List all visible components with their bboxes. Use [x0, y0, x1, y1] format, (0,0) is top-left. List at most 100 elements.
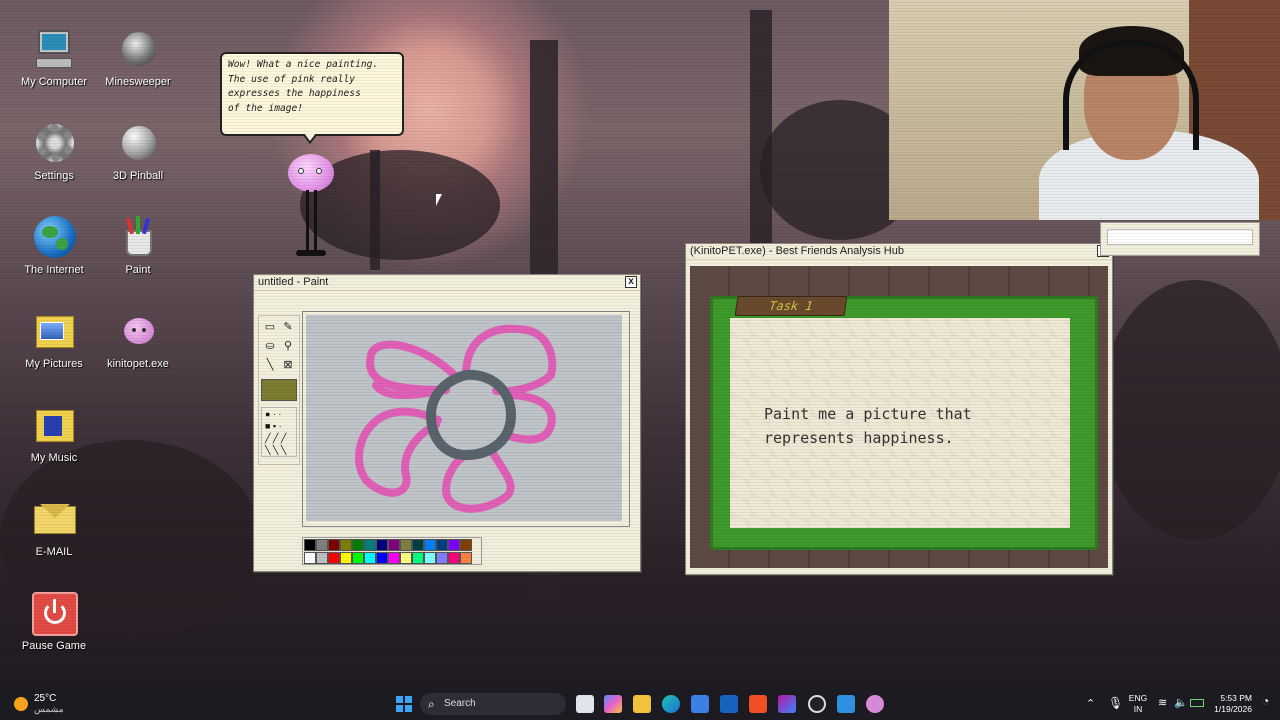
desktop-icon-label: 3D Pinball — [112, 170, 164, 182]
brave-icon[interactable] — [749, 695, 767, 713]
brush-size-panel[interactable]: ● · · ■ ▪ · ╱ ╱ ╱ ╲ ╲ ╲ — [261, 407, 297, 457]
palette-swatch[interactable] — [460, 539, 472, 551]
pinball-icon — [116, 122, 160, 166]
palette-swatch[interactable] — [340, 539, 352, 551]
start-button[interactable] — [396, 696, 412, 712]
file-explorer-icon[interactable] — [633, 695, 651, 713]
computer-icon — [32, 28, 76, 72]
office-icon[interactable] — [778, 695, 796, 713]
palette-swatch[interactable] — [388, 539, 400, 551]
palette-swatch[interactable] — [328, 552, 340, 564]
pet-foot — [296, 250, 326, 256]
palette-swatch[interactable] — [412, 539, 424, 551]
desktop-icon-minesweeper[interactable]: Minesweeper — [96, 28, 180, 88]
palette-swatch[interactable] — [304, 552, 316, 564]
search-box[interactable]: ⌕ Search — [420, 693, 566, 715]
weather-widget[interactable]: 25°C مشمس — [12, 693, 72, 715]
palette-swatch[interactable] — [352, 552, 364, 564]
desktop-icon-label: kinitopet.exe — [107, 358, 169, 370]
kinito-pet[interactable] — [284, 148, 338, 260]
palette-swatch[interactable] — [364, 539, 376, 551]
paint-bucket-icon — [116, 216, 160, 260]
desktop-icon-paint[interactable]: Paint — [96, 216, 180, 276]
wifi-icon[interactable]: ≋ — [1158, 696, 1167, 709]
desktop-icon-label: Pause Game — [21, 640, 87, 652]
search-label: Search — [444, 698, 476, 709]
clock[interactable]: 5:53 PM 1/19/2026 — [1208, 693, 1252, 715]
bubble-tail-inner — [304, 133, 316, 141]
speech-line: The use of pink really — [228, 73, 356, 85]
active-color-swatch — [261, 379, 297, 401]
language-indicator[interactable]: ENG IN — [1126, 693, 1150, 715]
picker-icon[interactable]: ⚲ — [279, 337, 297, 355]
palette-swatch[interactable] — [340, 552, 352, 564]
desktop-icon-the-internet[interactable]: The Internet — [12, 216, 96, 276]
palette-swatch[interactable] — [316, 539, 328, 551]
palette-swatch[interactable] — [364, 552, 376, 564]
desktop-icon-email[interactable]: E-MAIL — [12, 498, 96, 558]
palette-swatch[interactable] — [460, 552, 472, 564]
desktop-icon-kinitopet[interactable]: kinitopet.exe — [96, 310, 180, 370]
desktop-icon-label: Paint — [125, 264, 151, 276]
obs-icon[interactable] — [808, 695, 826, 713]
task-view-icon[interactable] — [576, 695, 594, 713]
paint-window[interactable]: untitled - Paint x ▭ ✎ ⛀ ⚲ ╲ ⊠ ● · · ■ ▪ · ╱ … — [253, 274, 641, 572]
desktop-icon-label: The Internet — [24, 264, 84, 276]
palette-swatch[interactable] — [304, 539, 316, 551]
palette-swatch[interactable] — [424, 539, 436, 551]
analysis-titlebar[interactable]: (KinitoPET.exe) - Best Friends Analysis … — [686, 244, 1112, 260]
paint-titlebar[interactable]: untitled - Paint x — [254, 275, 640, 291]
notifications-icon[interactable]: ◔ — [1262, 694, 1269, 708]
copilot-icon[interactable] — [604, 695, 622, 713]
tray-chevron-icon[interactable]: ⌃ — [1086, 697, 1095, 710]
desktop-icon-pause-game[interactable]: Pause Game — [12, 592, 96, 652]
desktop-icon-label: My Pictures — [25, 358, 83, 370]
palette-swatch[interactable] — [376, 539, 388, 551]
palette-swatch[interactable] — [328, 539, 340, 551]
paint-title: untitled - Paint — [258, 276, 329, 288]
paint-close-button[interactable]: x — [625, 276, 637, 288]
palette-swatch[interactable] — [436, 552, 448, 564]
desktop-icon-settings[interactable]: Settings — [12, 122, 96, 182]
desktop-icon-my-pictures[interactable]: My Pictures — [12, 310, 96, 370]
microphone-icon[interactable]: 🎙 — [1108, 696, 1123, 710]
search-icon: ⌕ — [428, 697, 435, 711]
pet-eye-left — [298, 168, 304, 174]
battery-icon[interactable] — [1190, 699, 1204, 707]
palette-swatch[interactable] — [400, 552, 412, 564]
palette-swatch[interactable] — [412, 552, 424, 564]
desktop-icon-my-computer[interactable]: My Computer — [12, 28, 96, 88]
palette-swatch[interactable] — [448, 539, 460, 551]
palette-swatch[interactable] — [400, 539, 412, 551]
mouse-cursor — [436, 194, 442, 206]
desktop-icon-my-music[interactable]: My Music — [12, 404, 96, 464]
folder-music-icon — [32, 404, 76, 448]
volume-icon[interactable]: 🔈 — [1174, 696, 1188, 709]
edge-icon[interactable] — [662, 695, 680, 713]
paint-taskbar-icon[interactable] — [837, 695, 855, 713]
kinitopet-taskbar-icon[interactable] — [866, 695, 884, 713]
palette-swatch[interactable] — [316, 552, 328, 564]
envelope-icon — [32, 498, 76, 542]
line-icon[interactable]: ╲ — [261, 356, 279, 374]
small-window-fragment — [1100, 222, 1260, 256]
desktop-icon-label: My Music — [30, 452, 78, 464]
palette-swatch[interactable] — [424, 552, 436, 564]
mail-icon[interactable] — [720, 695, 738, 713]
desktop-icon-3d-pinball[interactable]: 3D Pinball — [96, 122, 180, 182]
eraser-icon[interactable]: ▭ — [261, 318, 279, 336]
palette-swatch[interactable] — [352, 539, 364, 551]
clear-icon[interactable]: ⊠ — [279, 356, 297, 374]
palette-swatch[interactable] — [436, 539, 448, 551]
palette-swatch[interactable] — [388, 552, 400, 564]
paint-canvas[interactable] — [306, 315, 622, 521]
palette-swatch[interactable] — [448, 552, 460, 564]
fill-icon[interactable]: ⛀ — [261, 337, 279, 355]
palette-swatch[interactable] — [376, 552, 388, 564]
globe-icon — [32, 216, 76, 260]
store-icon[interactable] — [691, 695, 709, 713]
analysis-hub-window[interactable]: (KinitoPET.exe) - Best Friends Analysis … — [685, 243, 1113, 575]
pencil-icon[interactable]: ✎ — [279, 318, 297, 336]
task-message-line: Paint me a picture that — [764, 405, 972, 423]
pet-eye-right — [316, 168, 322, 174]
